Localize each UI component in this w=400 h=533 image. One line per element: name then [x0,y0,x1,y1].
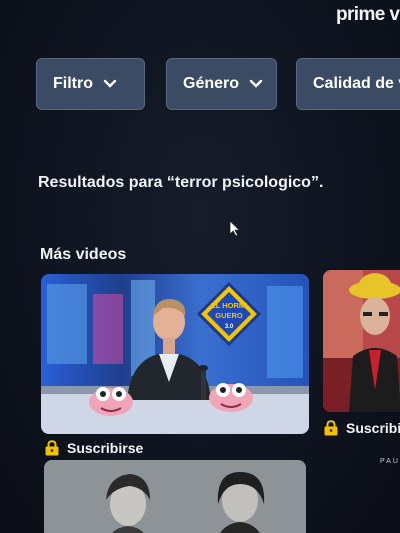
subscribe-link-card-2[interactable]: Suscribirse [323,420,400,436]
filter-button[interactable]: Filtro [36,58,145,110]
quality-filter-label: Calidad de v [313,75,400,92]
filter-button-label: Filtro [53,75,93,92]
card-caption-fragment: PAU [380,458,400,465]
filter-bar: Filtro Género Calidad de v [36,58,400,112]
video-card-2[interactable] [323,270,400,412]
subscribe-label: Suscribirse [67,440,144,456]
lock-icon [45,440,59,456]
video-thumbnail [44,460,306,533]
subscribe-link-card-1[interactable]: Suscribirse [44,440,143,456]
mouse-pointer-icon [229,220,241,237]
svg-text:GUERO: GUERO [215,311,243,320]
lock-icon [324,420,338,436]
svg-text:EL HORMI: EL HORMI [211,301,248,310]
genre-filter-label: Género [183,75,240,92]
genre-filter-button[interactable]: Género [166,58,277,110]
section-title-more-videos: Más videos [40,246,127,263]
video-card-3[interactable] [44,460,306,533]
chevron-down-icon [103,79,117,88]
video-thumbnail: EL HORMI GUERO 3.0 [41,274,309,434]
prime-video-logo: prime vi [336,4,400,25]
quality-filter-button[interactable]: Calidad de v [296,58,400,110]
chevron-down-icon [249,79,263,88]
video-thumbnail [323,270,400,412]
search-results-heading: Resultados para “terror psicologico”. [38,174,324,191]
svg-text:3.0: 3.0 [225,324,234,330]
video-card-el-hormiguero[interactable]: EL HORMI GUERO 3.0 [41,274,309,434]
subscribe-label: Suscribirse [346,420,400,436]
search-results-screen: prime vi Filtro Género Calidad de v Resu… [0,0,400,533]
